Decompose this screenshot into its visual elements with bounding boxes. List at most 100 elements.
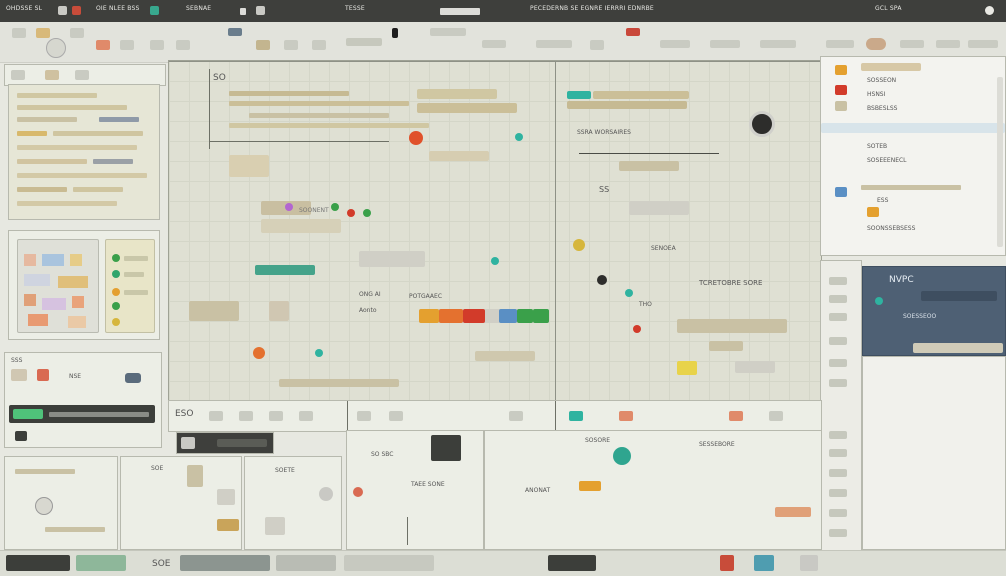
tool-button[interactable] — [829, 529, 847, 537]
node-block-teal[interactable] — [567, 91, 591, 99]
node-block[interactable] — [629, 201, 689, 215]
taskbar-icon[interactable] — [800, 555, 818, 571]
tool-icon[interactable] — [729, 411, 743, 421]
node-block[interactable] — [709, 341, 743, 351]
node-block[interactable] — [475, 351, 535, 361]
color-swatch[interactable] — [68, 316, 86, 328]
node-block[interactable] — [567, 101, 687, 109]
color-swatch[interactable] — [28, 314, 48, 326]
node-block[interactable] — [229, 155, 269, 177]
node-block[interactable] — [419, 309, 549, 323]
taskbar-item[interactable] — [6, 555, 70, 571]
bottom-tab-label[interactable]: ESO — [175, 409, 193, 419]
layers-scrollbar[interactable] — [997, 77, 1003, 247]
port-dot[interactable] — [515, 133, 523, 141]
node-block[interactable] — [677, 319, 787, 333]
filter-button[interactable] — [482, 40, 506, 48]
color-chip[interactable] — [463, 309, 485, 323]
stamp-icon[interactable] — [256, 40, 270, 50]
tool-icon[interactable] — [509, 411, 523, 421]
port-dot[interactable] — [573, 239, 585, 251]
taskbar-item[interactable] — [180, 555, 270, 571]
taskbar-item[interactable] — [344, 555, 434, 571]
tool-button[interactable] — [829, 337, 847, 345]
layer-thumb-icon[interactable] — [835, 85, 847, 95]
node-block[interactable] — [429, 151, 489, 161]
taskbar-item[interactable] — [276, 555, 336, 571]
color-swatch[interactable] — [72, 296, 84, 308]
right-menu-text[interactable]: GCL SPA — [875, 5, 902, 12]
layer-row[interactable] — [861, 185, 961, 190]
tool-icon[interactable] — [357, 411, 371, 421]
help-icon[interactable] — [985, 6, 994, 15]
main-canvas[interactable]: SO SOONENT ONG AI Aonto POTGAAEC SSRA WO… — [168, 60, 822, 402]
waveform-clip[interactable] — [13, 409, 43, 419]
track-thumb[interactable] — [181, 437, 195, 449]
actions-button[interactable] — [710, 40, 740, 48]
taskbar-icon[interactable] — [720, 555, 734, 571]
tool-button[interactable] — [829, 431, 847, 439]
port-dot[interactable] — [347, 209, 355, 217]
layer-thumb-icon[interactable] — [835, 65, 847, 75]
alert-icon[interactable] — [626, 28, 640, 36]
tool-icon[interactable] — [619, 411, 633, 421]
color-swatch[interactable] — [58, 276, 88, 288]
panel-tab-2-icon[interactable] — [75, 70, 89, 80]
color-chip[interactable] — [439, 309, 463, 323]
node-block-yellow[interactable] — [677, 361, 697, 375]
node-block[interactable] — [417, 89, 497, 99]
node-block[interactable] — [579, 481, 601, 491]
layer-thumb-icon[interactable] — [835, 101, 847, 111]
record-knob-icon[interactable] — [613, 447, 631, 465]
pen-icon[interactable] — [120, 40, 134, 50]
node-block[interactable] — [217, 519, 239, 531]
toggle-switch[interactable] — [866, 38, 886, 50]
color-wheel-icon[interactable] — [46, 38, 66, 58]
port-dot[interactable] — [625, 289, 633, 297]
taskbar-item[interactable] — [76, 555, 126, 571]
new-file-icon[interactable] — [12, 28, 26, 38]
node-block[interactable] — [417, 103, 517, 113]
node-title-bar[interactable] — [229, 101, 409, 106]
knob-icon[interactable] — [319, 487, 333, 501]
port-dot[interactable] — [315, 349, 323, 357]
select-icon[interactable] — [176, 40, 190, 50]
node-block[interactable] — [265, 517, 285, 535]
port-dot[interactable] — [285, 203, 293, 211]
layer-icon[interactable] — [228, 28, 242, 36]
open-folder-icon[interactable] — [36, 28, 50, 38]
record-icon[interactable] — [72, 6, 81, 15]
port-dot[interactable] — [597, 275, 607, 285]
zoom-field[interactable] — [346, 38, 382, 46]
monitor-icon[interactable] — [431, 435, 461, 461]
panel-tab-icon[interactable] — [45, 70, 59, 80]
color-chip[interactable] — [499, 309, 517, 323]
knob-icon[interactable] — [35, 497, 53, 515]
camera-icon[interactable] — [749, 111, 775, 137]
thumb-icon[interactable] — [11, 369, 27, 381]
zoom-icon[interactable] — [312, 40, 326, 50]
node-block[interactable] — [775, 507, 811, 517]
menu-text[interactable]: OIE NLEE BSS — [96, 5, 140, 12]
taskbar-label[interactable]: SOE — [152, 559, 170, 569]
color-chip[interactable] — [517, 309, 533, 323]
effects-button[interactable] — [536, 40, 572, 48]
color-swatch[interactable] — [24, 274, 50, 286]
node-block[interactable] — [269, 301, 289, 321]
layer-thumb-icon[interactable] — [835, 187, 847, 197]
tool-icon[interactable] — [239, 411, 253, 421]
node-block[interactable] — [261, 219, 341, 233]
tool-icon[interactable] — [569, 411, 583, 421]
tool-icon[interactable] — [269, 411, 283, 421]
layer-thumb-icon[interactable] — [867, 207, 879, 217]
node-title-bar[interactable] — [249, 113, 389, 118]
waveform-track[interactable] — [9, 405, 155, 423]
align-icon[interactable] — [590, 40, 604, 50]
port-dot[interactable] — [363, 209, 371, 217]
tool-button[interactable] — [829, 277, 847, 285]
node-title-bar[interactable] — [229, 123, 429, 128]
color-chip[interactable] — [419, 309, 439, 323]
tool-button[interactable] — [829, 379, 847, 387]
preview-field[interactable] — [921, 291, 997, 301]
tool-button[interactable] — [829, 295, 847, 303]
